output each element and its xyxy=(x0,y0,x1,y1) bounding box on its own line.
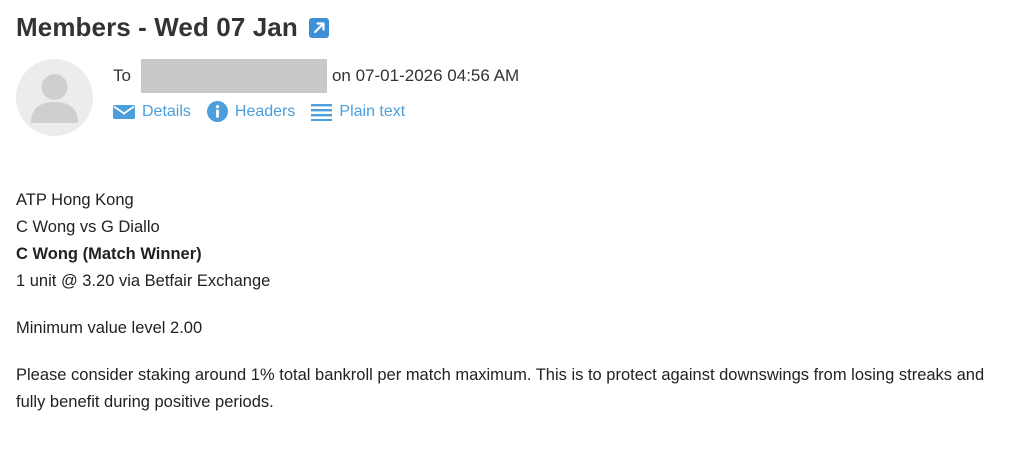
to-label: To xyxy=(113,66,131,85)
info-icon xyxy=(206,101,228,122)
headers-button[interactable]: Headers xyxy=(206,101,296,122)
selection-line: C Wong (Match Winner) xyxy=(16,245,202,263)
plain-text-label: Plain text xyxy=(339,102,406,120)
email-view: Members - Wed 07 Jan To on 07-01-2026 04… xyxy=(0,0,1024,458)
minimum-value-line: Minimum value level 2.00 xyxy=(16,319,203,337)
message-body: ATP Hong Kong C Wong vs G Diallo C Wong … xyxy=(16,187,1006,416)
avatar xyxy=(16,59,93,136)
match-line: C Wong vs G Diallo xyxy=(16,218,160,236)
title-row: Members - Wed 07 Jan xyxy=(16,12,329,43)
plain-text-button[interactable]: Plain text xyxy=(311,103,405,121)
recipient-row: To on 07-01-2026 04:56 AM xyxy=(113,59,519,93)
email-subject: Members - Wed 07 Jan xyxy=(16,12,298,42)
headers-label: Headers xyxy=(234,102,296,120)
staking-advice: Please consider staking around 1% total … xyxy=(16,366,985,411)
redacted-recipient xyxy=(140,59,327,93)
sent-date: on 07-01-2026 04:56 AM xyxy=(331,66,520,85)
details-label: Details xyxy=(142,102,191,120)
message-actions: Details Headers Plain text xyxy=(113,101,421,122)
stake-line: 1 unit @ 3.20 via Betfair Exchange xyxy=(16,272,271,290)
lines-icon xyxy=(311,103,333,121)
envelope-icon xyxy=(113,104,135,119)
person-icon xyxy=(31,74,78,123)
external-link-icon[interactable] xyxy=(308,17,329,38)
details-button[interactable]: Details xyxy=(113,103,191,121)
tournament-line: ATP Hong Kong xyxy=(16,191,134,209)
